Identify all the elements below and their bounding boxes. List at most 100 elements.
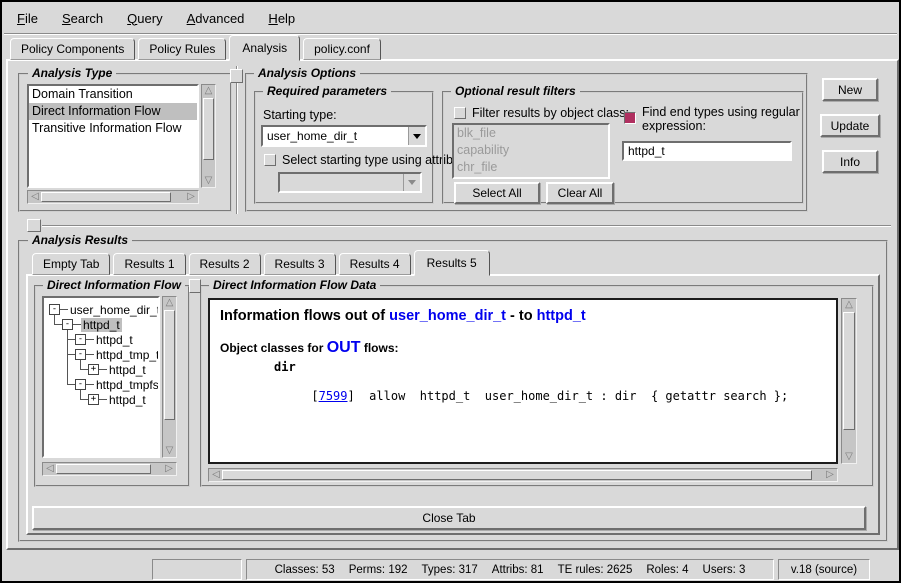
scroll-right-icon[interactable]: ▷: [163, 463, 175, 475]
tree-expand-icon[interactable]: -: [75, 334, 86, 345]
rule-id-link[interactable]: 7599: [319, 389, 348, 403]
info-button[interactable]: Info: [822, 150, 878, 173]
tree-node-label[interactable]: httpd_t: [81, 318, 122, 332]
tree-vscrollbar[interactable]: △ ▽: [162, 296, 177, 458]
tab-policy-components[interactable]: Policy Components: [10, 38, 135, 60]
analysis-type-vscrollbar[interactable]: △ ▽: [201, 84, 216, 188]
scroll-left-icon[interactable]: ◁: [210, 469, 222, 481]
regex-checkbox[interactable]: [624, 112, 636, 124]
scrollbar-thumb[interactable]: [843, 312, 855, 430]
menubar: File Search Query Advanced Help: [4, 4, 897, 32]
tree-connector: [80, 369, 88, 370]
filter-by-class-label: Filter results by object class:: [472, 106, 629, 120]
sash-handle[interactable]: [189, 279, 201, 293]
tab-results-2[interactable]: Results 2: [189, 253, 261, 275]
menu-file[interactable]: File: [10, 9, 45, 28]
apol-window: File Search Query Advanced Help Policy C…: [0, 0, 901, 583]
tree-hscrollbar[interactable]: ◁ ▷: [42, 462, 177, 476]
menu-search[interactable]: Search: [55, 9, 110, 28]
tree-node-label[interactable]: httpd_tmpfs_t: [94, 378, 160, 392]
dropdown-button[interactable]: [408, 127, 425, 145]
tree-node[interactable]: - httpd_t: [75, 332, 135, 347]
tree-expand-icon[interactable]: +: [88, 394, 99, 405]
stat-users: Users: 3: [703, 564, 746, 576]
tree-expand-icon[interactable]: -: [75, 349, 86, 360]
source-type: user_home_dir_t: [389, 308, 506, 324]
scrollbar-thumb[interactable]: [203, 98, 214, 160]
menu-advanced[interactable]: Advanced: [180, 9, 252, 28]
flow-direction: OUT: [327, 339, 361, 356]
new-button[interactable]: New: [822, 78, 878, 101]
starting-type-label: Starting type:: [263, 108, 337, 122]
clear-all-button[interactable]: Clear All: [546, 182, 614, 204]
flow-tree: - user_home_dir_t - httpd_t - httpd_t - …: [42, 296, 160, 458]
attrib-checkbox[interactable]: [264, 154, 276, 166]
tab-results-1[interactable]: Results 1: [113, 253, 185, 275]
tree-connector: [67, 354, 75, 355]
tree-expand-icon[interactable]: +: [88, 364, 99, 375]
tree-node[interactable]: - user_home_dir_t: [49, 302, 160, 317]
update-button[interactable]: Update: [820, 114, 880, 137]
stat-classes: Classes: 53: [275, 564, 335, 576]
tree-node[interactable]: + httpd_t: [88, 392, 148, 407]
scroll-right-icon[interactable]: ▷: [824, 469, 836, 481]
tree-expand-icon[interactable]: -: [62, 319, 73, 330]
tab-results-4[interactable]: Results 4: [339, 253, 411, 275]
scrollbar-thumb[interactable]: [222, 470, 812, 480]
scrollbar-thumb[interactable]: [164, 310, 175, 420]
regex-input[interactable]: [622, 141, 792, 161]
status-version: v.18 (source): [778, 559, 870, 580]
tree-node[interactable]: + httpd_t: [88, 362, 148, 377]
select-all-button[interactable]: Select All: [454, 182, 540, 204]
close-tab-button[interactable]: Close Tab: [32, 506, 866, 530]
scroll-right-icon[interactable]: ▷: [185, 191, 197, 203]
scrollbar-thumb[interactable]: [56, 464, 151, 474]
object-class-item: blk_file: [454, 125, 608, 142]
scroll-down-icon[interactable]: ▽: [163, 446, 176, 456]
scroll-down-icon[interactable]: ▽: [202, 176, 215, 186]
tree-node[interactable]: - httpd_tmpfs_t: [75, 377, 160, 392]
scroll-up-icon[interactable]: △: [202, 86, 215, 96]
stat-attribs: Attribs: 81: [492, 564, 544, 576]
tree-node-label[interactable]: httpd_tmp_t: [94, 348, 160, 362]
filter-by-class-checkbox[interactable]: [454, 107, 466, 119]
flow-tree-label: Direct Information Flow T: [43, 278, 185, 292]
tree-node-selected[interactable]: - httpd_t: [62, 317, 122, 332]
tab-results-5[interactable]: Results 5: [414, 250, 490, 276]
tree-expand-icon[interactable]: -: [49, 304, 60, 315]
analysis-type-hscrollbar[interactable]: ◁ ▷: [27, 190, 199, 204]
scroll-left-icon[interactable]: ◁: [44, 463, 56, 475]
menu-help[interactable]: Help: [261, 9, 302, 28]
tab-empty[interactable]: Empty Tab: [32, 253, 110, 275]
sash-handle[interactable]: [27, 219, 41, 232]
tab-policy-conf[interactable]: policy.conf: [303, 38, 381, 60]
tab-analysis[interactable]: Analysis: [229, 35, 300, 61]
scroll-up-icon[interactable]: △: [163, 298, 176, 308]
sash-handle[interactable]: [230, 69, 243, 83]
object-class-item: chr_file: [454, 159, 608, 176]
tree-node-label[interactable]: httpd_t: [94, 333, 135, 347]
pane-divider: [236, 66, 238, 214]
scroll-up-icon[interactable]: △: [842, 300, 856, 310]
stat-roles: Roles: 4: [646, 564, 688, 576]
tree-node-label[interactable]: httpd_t: [107, 393, 148, 407]
menu-query[interactable]: Query: [120, 9, 169, 28]
tree-connector: [67, 339, 75, 340]
starting-type-combobox[interactable]: user_home_dir_t: [261, 125, 427, 147]
chevron-down-icon: [413, 134, 421, 139]
tree-connector: [67, 384, 75, 385]
scrollbar-thumb[interactable]: [41, 192, 171, 202]
analysis-type-item-selected[interactable]: Direct Information Flow: [29, 103, 197, 120]
data-hscrollbar[interactable]: ◁ ▷: [208, 468, 838, 482]
analysis-type-item[interactable]: Domain Transition: [29, 86, 197, 103]
tree-node-label[interactable]: httpd_t: [107, 363, 148, 377]
analysis-type-item[interactable]: Transitive Information Flow: [29, 120, 197, 137]
tab-results-3[interactable]: Results 3: [264, 253, 336, 275]
data-vscrollbar[interactable]: △ ▽: [841, 298, 857, 464]
tree-node-label[interactable]: user_home_dir_t: [68, 303, 160, 317]
scroll-down-icon[interactable]: ▽: [842, 452, 856, 462]
tree-expand-icon[interactable]: -: [75, 379, 86, 390]
scroll-left-icon[interactable]: ◁: [29, 191, 41, 203]
tree-node[interactable]: - httpd_tmp_t: [75, 347, 160, 362]
tab-policy-rules[interactable]: Policy Rules: [138, 38, 226, 60]
